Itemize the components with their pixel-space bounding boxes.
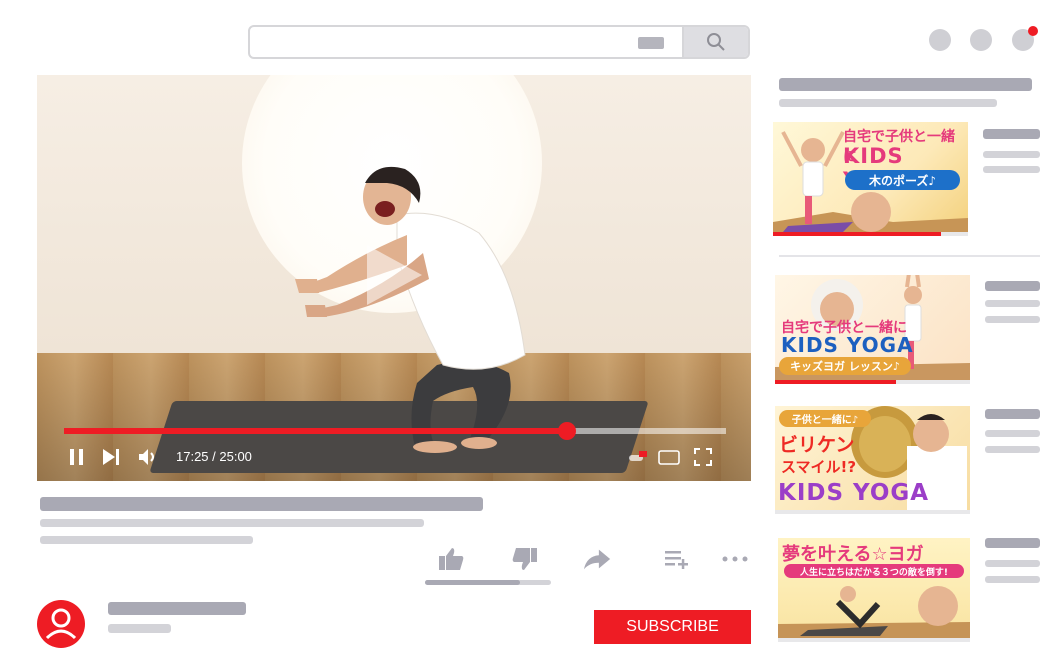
progress-bar[interactable] (64, 422, 726, 440)
search-button[interactable] (682, 27, 748, 57)
watch-progress (775, 380, 896, 384)
apps-icon[interactable] (929, 29, 951, 51)
sidebar-heading (779, 78, 1032, 91)
watch-progress (773, 232, 941, 236)
notification-dot (1028, 26, 1038, 36)
thumbs-down-icon[interactable] (510, 544, 540, 574)
recommendation-thumbnail[interactable]: 子供と一緒に♪ ビリケン スマイル!? KIDS YOGA (775, 406, 970, 514)
play-overlay-icon (367, 245, 422, 305)
share-icon[interactable] (582, 544, 612, 574)
autoplay-icon[interactable] (627, 447, 649, 467)
time-display: 17:25 / 25:00 (176, 449, 252, 464)
video-meta-line (40, 519, 424, 527)
recommendation-meta (985, 430, 1040, 437)
avatar[interactable] (37, 600, 85, 648)
next-icon[interactable] (101, 447, 121, 467)
sidebar-subheading (779, 99, 997, 107)
recommendation-meta (985, 316, 1040, 323)
video-title (40, 497, 483, 511)
recommendation-meta (983, 151, 1040, 158)
video-player[interactable]: 17:25 / 25:00 (37, 75, 751, 481)
volume-icon[interactable] (137, 447, 159, 467)
recommendation-thumbnail[interactable]: 自宅で子供と一緒に KIDS YOGA 木のポーズ♪ (773, 122, 968, 236)
add-to-playlist-icon[interactable] (662, 544, 692, 574)
recommendation-meta (985, 576, 1040, 583)
channel-name[interactable] (108, 602, 246, 615)
fullscreen-icon[interactable] (693, 447, 713, 467)
thumbs-up-icon[interactable] (436, 544, 466, 574)
recommendation-thumbnail[interactable]: 夢を叶える☆ヨガ 人生に立ちはだかる３つの敵を倒す! (778, 538, 970, 642)
keyboard-icon[interactable] (638, 37, 664, 49)
divider (779, 255, 1040, 257)
recommendation-thumbnail[interactable]: 自宅で子供と一緒に KIDS YOGA キッズヨガ レッスン♪ (775, 275, 970, 384)
recommendation-title[interactable] (985, 281, 1040, 291)
miniplayer-icon[interactable] (657, 447, 681, 467)
more-icon[interactable] (720, 544, 750, 574)
recommendation-title[interactable] (985, 409, 1040, 419)
like-ratio-fill (425, 580, 520, 585)
search-bar[interactable] (248, 25, 750, 59)
progress-played (64, 428, 568, 434)
recommendation-title[interactable] (985, 538, 1040, 548)
recommendation-meta (985, 300, 1040, 307)
pause-icon[interactable] (67, 447, 87, 467)
messages-icon[interactable] (970, 29, 992, 51)
recommendation-meta (983, 166, 1040, 173)
search-icon (707, 33, 725, 51)
like-ratio-bar (425, 580, 551, 585)
video-meta-line (40, 536, 253, 544)
subscribe-button[interactable]: SUBSCRIBE (594, 610, 751, 644)
progress-scrubber[interactable] (558, 422, 577, 440)
recommendation-meta (985, 446, 1040, 453)
subscriber-count (108, 624, 171, 633)
recommendation-title[interactable] (983, 129, 1040, 139)
recommendation-meta (985, 560, 1040, 567)
